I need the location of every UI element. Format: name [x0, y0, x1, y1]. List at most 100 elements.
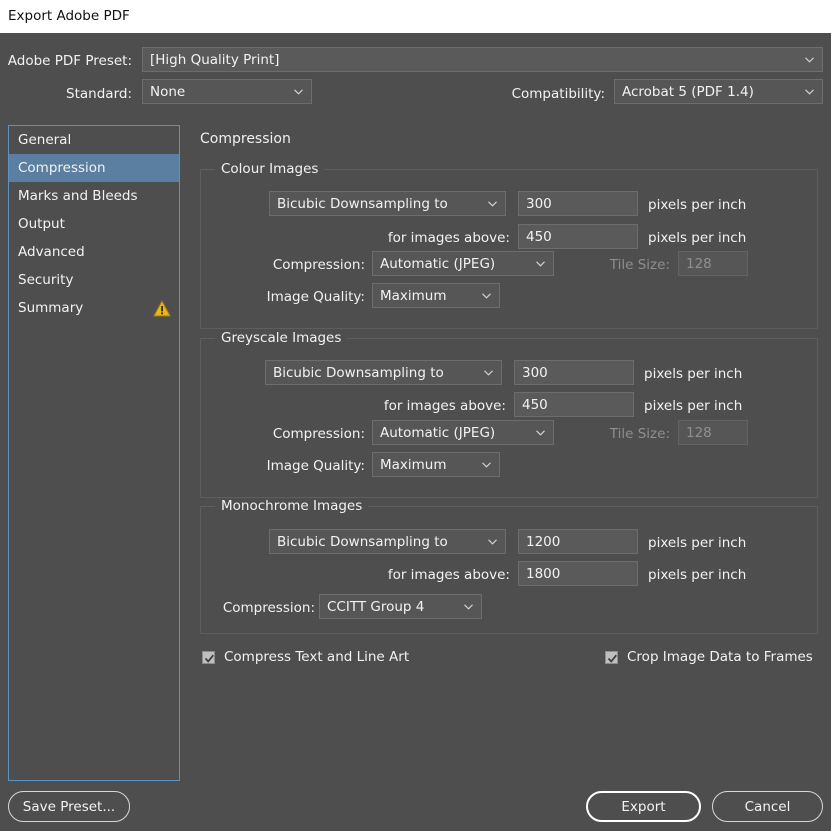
settings-category-list[interactable]: General Compression Marks and Bleeds Out… [8, 125, 180, 781]
chevron-down-icon [464, 603, 473, 610]
monochrome-above-unit: pixels per inch [648, 567, 747, 583]
colour-above-unit: pixels per inch [648, 230, 747, 246]
standard-label: Standard: [66, 86, 132, 102]
compress-text-checkbox-row[interactable]: Compress Text and Line Art [202, 649, 409, 665]
chevron-down-icon [488, 200, 497, 207]
compatibility-select[interactable]: Acrobat 5 (PDF 1.4) [614, 79, 823, 104]
monochrome-images-legend: Monochrome Images [215, 498, 369, 514]
colour-above-input[interactable]: 450 [518, 224, 638, 249]
colour-above-label: for images above: [387, 230, 510, 246]
greyscale-ppi-input[interactable]: 300 [514, 360, 634, 385]
export-adobe-pdf-dialog: Export Adobe PDF Adobe PDF Preset: [High… [0, 0, 831, 831]
colour-ppi-value: 300 [526, 195, 552, 212]
sidebar-item-label: Output [18, 216, 65, 232]
crop-image-checkbox[interactable] [605, 650, 618, 664]
sidebar-item-label: Compression [18, 160, 106, 176]
colour-compression-value: Automatic (JPEG) [380, 255, 496, 272]
greyscale-compression-value: Automatic (JPEG) [380, 424, 496, 441]
greyscale-tile-size-input: 128 [678, 420, 748, 445]
colour-tile-size-input: 128 [678, 251, 748, 276]
export-button[interactable]: Export [586, 791, 701, 822]
colour-tile-size-label: Tile Size: [609, 257, 670, 273]
colour-downsample-value: Bicubic Downsampling to [277, 195, 448, 212]
adobe-pdf-preset-select[interactable]: [High Quality Print] [142, 47, 823, 72]
colour-compression-select[interactable]: Automatic (JPEG) [372, 251, 554, 276]
window-title: Export Adobe PDF [8, 8, 130, 24]
monochrome-above-value: 1800 [526, 565, 561, 582]
adobe-pdf-preset-value: [High Quality Print] [150, 51, 280, 68]
colour-downsample-select[interactable]: Bicubic Downsampling to [269, 191, 506, 216]
compatibility-label: Compatibility: [511, 86, 605, 102]
standard-select[interactable]: None [142, 79, 312, 104]
monochrome-downsample-select[interactable]: Bicubic Downsampling to [269, 529, 506, 554]
sidebar-item-summary[interactable]: Summary [9, 294, 179, 322]
sidebar-item-general[interactable]: General [9, 126, 179, 154]
chevron-down-icon [482, 461, 491, 468]
sidebar-item-label: Summary [18, 300, 84, 316]
colour-ppi-input[interactable]: 300 [518, 191, 638, 216]
greyscale-image-quality-label: Image Quality: [266, 458, 365, 474]
sidebar-item-label: Security [18, 272, 74, 288]
chevron-down-icon [805, 56, 814, 63]
sidebar-item-compression[interactable]: Compression [9, 154, 179, 182]
cancel-button[interactable]: Cancel [712, 791, 823, 822]
colour-images-legend: Colour Images [215, 161, 325, 177]
chevron-down-icon [488, 538, 497, 545]
greyscale-ppi-unit: pixels per inch [644, 366, 743, 382]
window-titlebar: Export Adobe PDF [0, 0, 831, 33]
standard-value: None [150, 83, 186, 100]
dialog-body: Adobe PDF Preset: [High Quality Print] S… [0, 33, 831, 831]
crop-image-checkbox-row[interactable]: Crop Image Data to Frames [605, 649, 813, 665]
monochrome-compression-select[interactable]: CCITT Group 4 [319, 594, 482, 619]
sidebar-item-label: General [18, 132, 72, 148]
greyscale-ppi-value: 300 [522, 364, 548, 381]
monochrome-ppi-input[interactable]: 1200 [518, 529, 638, 554]
compress-text-label: Compress Text and Line Art [224, 649, 410, 665]
crop-image-label: Crop Image Data to Frames [627, 649, 813, 665]
warning-icon [152, 299, 172, 317]
greyscale-compression-select[interactable]: Automatic (JPEG) [372, 420, 554, 445]
sidebar-item-security[interactable]: Security [9, 266, 179, 294]
sidebar-item-label: Marks and Bleeds [18, 188, 138, 204]
chevron-down-icon [536, 260, 545, 267]
chevron-down-icon [294, 88, 303, 95]
greyscale-above-input[interactable]: 450 [514, 392, 634, 417]
compress-text-checkbox[interactable] [202, 650, 215, 664]
greyscale-compression-label: Compression: [272, 426, 365, 442]
sidebar-item-output[interactable]: Output [9, 210, 179, 238]
greyscale-images-legend: Greyscale Images [215, 330, 348, 346]
compatibility-value: Acrobat 5 (PDF 1.4) [622, 83, 754, 100]
colour-image-quality-label: Image Quality: [266, 289, 365, 305]
greyscale-above-unit: pixels per inch [644, 398, 743, 414]
panel-title: Compression [200, 131, 291, 147]
save-preset-button[interactable]: Save Preset... [8, 791, 130, 822]
greyscale-image-quality-value: Maximum [380, 456, 447, 473]
chevron-down-icon [536, 429, 545, 436]
colour-image-quality-value: Maximum [380, 287, 447, 304]
monochrome-compression-label: Compression: [222, 600, 315, 616]
colour-compression-label: Compression: [272, 257, 365, 273]
chevron-down-icon [482, 292, 491, 299]
sidebar-item-label: Advanced [18, 244, 85, 260]
colour-ppi-unit: pixels per inch [648, 197, 747, 213]
sidebar-item-advanced[interactable]: Advanced [9, 238, 179, 266]
monochrome-above-input[interactable]: 1800 [518, 561, 638, 586]
greyscale-tile-size-label: Tile Size: [609, 426, 670, 442]
sidebar-item-marks-and-bleeds[interactable]: Marks and Bleeds [9, 182, 179, 210]
monochrome-compression-value: CCITT Group 4 [327, 598, 425, 615]
greyscale-above-label: for images above: [383, 398, 506, 414]
colour-above-value: 450 [526, 228, 552, 245]
adobe-pdf-preset-label: Adobe PDF Preset: [7, 53, 132, 69]
save-preset-label: Save Preset... [22, 798, 116, 815]
greyscale-tile-size-value: 128 [686, 424, 712, 441]
colour-tile-size-value: 128 [686, 255, 712, 272]
export-label: Export [621, 798, 666, 815]
colour-image-quality-select[interactable]: Maximum [372, 283, 500, 308]
monochrome-above-label: for images above: [387, 567, 510, 583]
greyscale-downsample-select[interactable]: Bicubic Downsampling to [265, 360, 502, 385]
greyscale-image-quality-select[interactable]: Maximum [372, 452, 500, 477]
monochrome-ppi-value: 1200 [526, 533, 561, 550]
monochrome-downsample-value: Bicubic Downsampling to [277, 533, 448, 550]
chevron-down-icon [805, 88, 814, 95]
greyscale-above-value: 450 [522, 396, 548, 413]
